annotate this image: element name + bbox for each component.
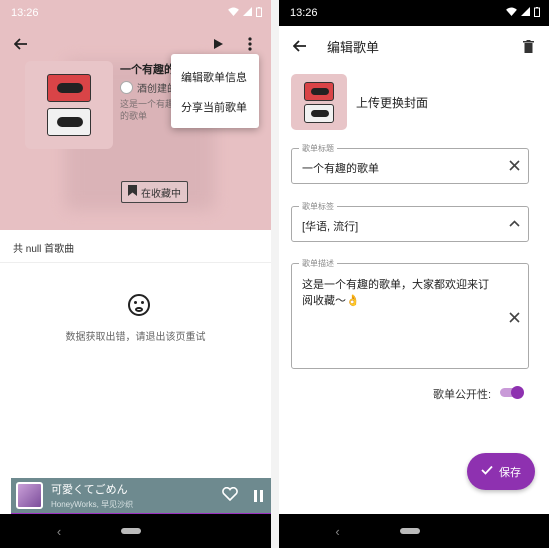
battery-icon — [256, 6, 262, 20]
battery-icon — [534, 6, 540, 20]
cassette-image — [304, 81, 334, 101]
description-field-label: 歌单描述 — [299, 258, 337, 269]
song-count: 共 null 首歌曲 — [13, 244, 75, 255]
clear-icon[interactable] — [509, 310, 520, 326]
bookmark-icon — [128, 185, 137, 199]
signal-icon — [521, 7, 530, 19]
cassette-image — [47, 74, 91, 102]
song-title: 可愛くてごめん — [51, 484, 128, 496]
chevron-up-icon[interactable] — [509, 216, 520, 232]
wifi-icon — [506, 7, 517, 19]
playlist-cover — [25, 61, 113, 149]
nav-home-icon[interactable] — [399, 528, 420, 534]
edit-playlist-screen: 13:26 编辑歌单 上传更换封面 歌单标题 一个有趣的歌单 歌单标签 [华语,… — [279, 0, 549, 548]
mini-player[interactable]: 可愛くてごめん HoneyWorks, 早见沙织 — [11, 478, 271, 513]
nav-bar: ‹ — [279, 514, 549, 548]
public-toggle[interactable] — [500, 386, 524, 399]
heart-icon[interactable] — [222, 486, 238, 505]
back-arrow-icon[interactable] — [10, 33, 32, 55]
menu-item-edit[interactable]: 编辑歌单信息 — [171, 62, 259, 92]
title-field-value: 一个有趣的歌单 — [302, 163, 379, 175]
clear-icon[interactable] — [509, 158, 520, 174]
divider — [0, 262, 271, 263]
description-line-2: 阅收藏～👌 — [302, 295, 360, 307]
delete-icon[interactable] — [517, 35, 539, 57]
nav-home-icon[interactable] — [121, 528, 142, 534]
status-time: 13:26 — [11, 7, 39, 19]
more-vert-icon[interactable] — [239, 33, 261, 55]
avatar — [120, 81, 133, 94]
pause-icon[interactable] — [254, 489, 263, 502]
save-label: 保存 — [499, 466, 521, 479]
status-bar: 13:26 — [279, 0, 549, 26]
title-field[interactable]: 歌单标题 一个有趣的歌单 — [291, 143, 529, 184]
status-bar: 13:26 — [0, 0, 271, 26]
title-field-label: 歌单标题 — [299, 143, 337, 154]
description-field[interactable]: 歌单描述 这是一个有趣的歌单，大家都欢迎来订 阅收藏～👌 — [291, 258, 529, 369]
playlist-detail-screen: 13:26 一个有趣的 酒创建的 这是一个有趣的歌单 在收藏中 编辑歌单信息 分… — [0, 0, 271, 548]
edit-toolbar: 编辑歌单 — [279, 26, 549, 66]
error-message: 数据获取出错，请退出该页重试 — [65, 332, 206, 343]
nav-back-icon[interactable]: ‹ — [57, 524, 61, 539]
save-button[interactable]: 保存 — [467, 453, 535, 490]
menu-item-share[interactable]: 分享当前歌单 — [171, 92, 259, 122]
wifi-icon — [228, 7, 239, 19]
overflow-menu: 编辑歌单信息 分享当前歌单 — [171, 54, 259, 128]
screen: 13:26 一个有趣的 酒创建的 这是一个有趣的歌单 在收藏中 编辑歌单信息 分… — [0, 0, 549, 548]
status-time: 13:26 — [290, 7, 318, 19]
collect-button[interactable]: 在收藏中 — [121, 181, 188, 203]
play-icon[interactable] — [207, 33, 229, 55]
page-title: 编辑歌单 — [327, 39, 380, 55]
screen-divider — [271, 0, 279, 548]
tags-field[interactable]: 歌单标签 [华语, 流行] — [291, 201, 529, 242]
description-line-1: 这是一个有趣的歌单，大家都欢迎来订 — [302, 279, 489, 291]
cover-upload-image[interactable] — [291, 74, 347, 130]
sad-face-icon — [128, 294, 150, 316]
back-arrow-icon[interactable] — [289, 35, 311, 57]
upload-cover-button[interactable]: 上传更换封面 — [356, 94, 428, 111]
check-icon — [481, 465, 493, 478]
playlist-creator[interactable]: 酒创建的 — [120, 80, 177, 95]
album-art — [16, 482, 43, 509]
public-toggle-label: 歌单公开性: — [433, 389, 492, 401]
cassette-image — [47, 108, 91, 136]
nav-back-icon[interactable]: ‹ — [335, 524, 339, 539]
signal-icon — [243, 7, 252, 19]
collect-label: 在收藏中 — [141, 188, 181, 200]
cassette-image — [304, 103, 334, 123]
tags-field-value: [华语, 流行] — [302, 221, 359, 233]
song-artist: HoneyWorks, 早见沙织 — [51, 500, 134, 509]
tags-field-label: 歌单标签 — [299, 201, 337, 212]
nav-bar: ‹ — [0, 514, 271, 548]
playlist-title: 一个有趣的 — [120, 64, 175, 76]
